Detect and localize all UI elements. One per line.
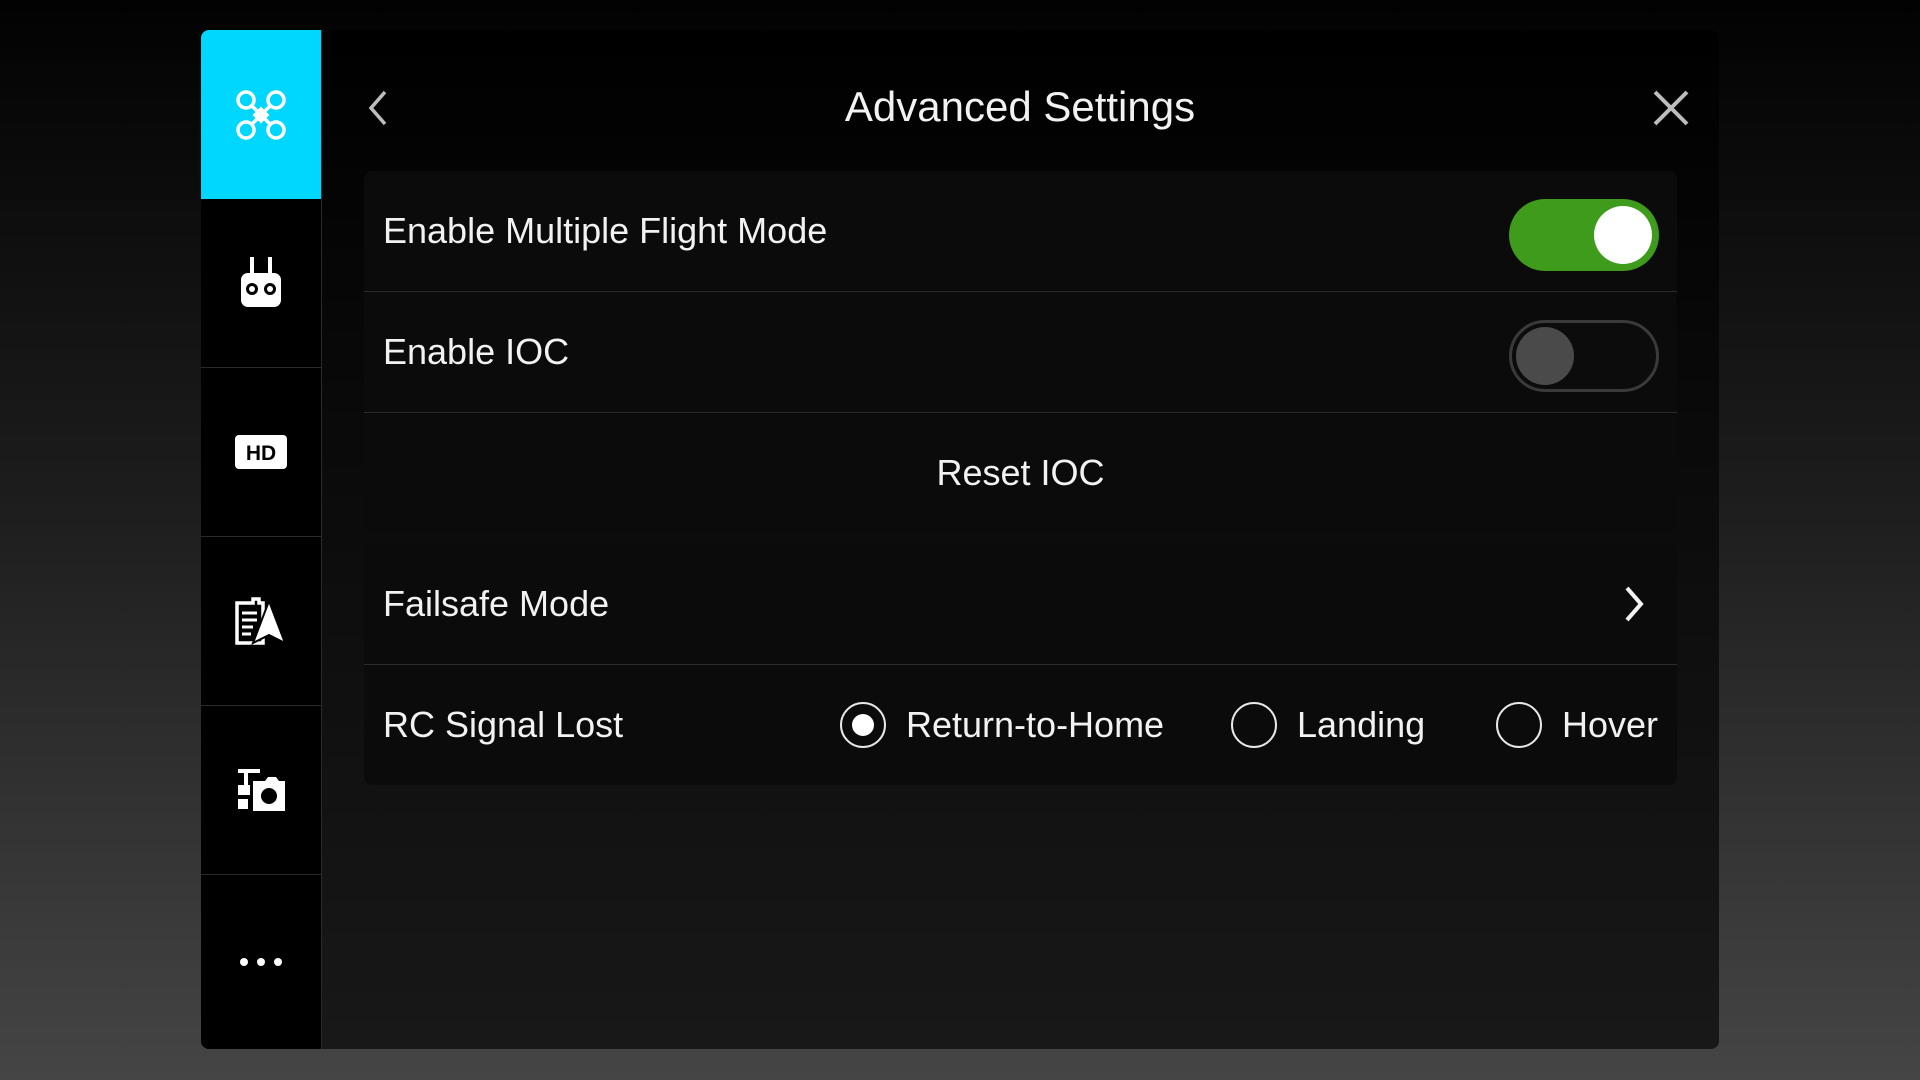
- reset-ioc-row: Reset IOC: [364, 413, 1677, 533]
- remote-controller-icon: [241, 257, 281, 307]
- toggle-knob: [1594, 206, 1652, 264]
- multiple-flight-mode-label: Enable Multiple Flight Mode: [383, 210, 828, 251]
- hd-icon: HD: [235, 435, 287, 469]
- ioc-settings-group: Enable Multiple Flight Mode Enable IOC R…: [364, 171, 1677, 533]
- failsafe-mode-label: Failsafe Mode: [383, 583, 610, 624]
- radio-option-return-to-home[interactable]: Return-to-Home: [840, 665, 1164, 785]
- header: Advanced Settings: [321, 30, 1719, 160]
- sidebar-item-more[interactable]: [201, 875, 321, 1049]
- radio-label: Landing: [1297, 704, 1426, 745]
- chevron-right-icon[interactable]: [1619, 582, 1649, 626]
- rc-signal-lost-label: RC Signal Lost: [383, 704, 624, 745]
- failsafe-settings-group: Failsafe Mode RC Signal Lost Return-to-H…: [364, 544, 1677, 785]
- sidebar-item-battery[interactable]: [201, 537, 321, 706]
- reset-ioc-button[interactable]: Reset IOC: [364, 413, 1677, 533]
- radio-label: Return-to-Home: [906, 704, 1165, 745]
- radio-label: Hover: [1562, 704, 1659, 745]
- radio-button[interactable]: [1496, 702, 1542, 748]
- close-icon: [1653, 90, 1689, 126]
- more-icon: [240, 958, 282, 966]
- settings-panel: HD Advanced Settings Enable Multiple Fli…: [201, 30, 1719, 1049]
- radio-option-hover[interactable]: Hover: [1496, 665, 1658, 785]
- ioc-row: Enable IOC: [364, 292, 1677, 413]
- radio-button[interactable]: [1231, 702, 1277, 748]
- radio-button[interactable]: [840, 702, 886, 748]
- multiple-flight-mode-toggle[interactable]: [1509, 199, 1659, 271]
- battery-icon: [235, 597, 287, 646]
- failsafe-mode-row[interactable]: Failsafe Mode: [364, 544, 1677, 665]
- rc-signal-lost-row: RC Signal Lost Return-to-Home Landing Ho…: [364, 665, 1677, 785]
- radio-option-landing[interactable]: Landing: [1231, 665, 1425, 785]
- sidebar-item-hd-transmission[interactable]: HD: [201, 368, 321, 537]
- page-title: Advanced Settings: [844, 83, 1196, 130]
- gimbal-icon: [238, 769, 285, 811]
- toggle-knob: [1516, 327, 1574, 385]
- sidebar: HD: [201, 30, 322, 1049]
- ioc-toggle[interactable]: [1509, 320, 1659, 392]
- aircraft-icon: [236, 89, 286, 140]
- multiple-flight-mode-row: Enable Multiple Flight Mode: [364, 171, 1677, 292]
- sidebar-item-remote-controller[interactable]: [201, 199, 321, 368]
- ioc-label: Enable IOC: [383, 331, 570, 372]
- svg-text:HD: HD: [246, 442, 276, 465]
- sidebar-item-aircraft[interactable]: [201, 30, 321, 199]
- close-button[interactable]: [1647, 84, 1695, 132]
- sidebar-item-gimbal-camera[interactable]: [201, 706, 321, 875]
